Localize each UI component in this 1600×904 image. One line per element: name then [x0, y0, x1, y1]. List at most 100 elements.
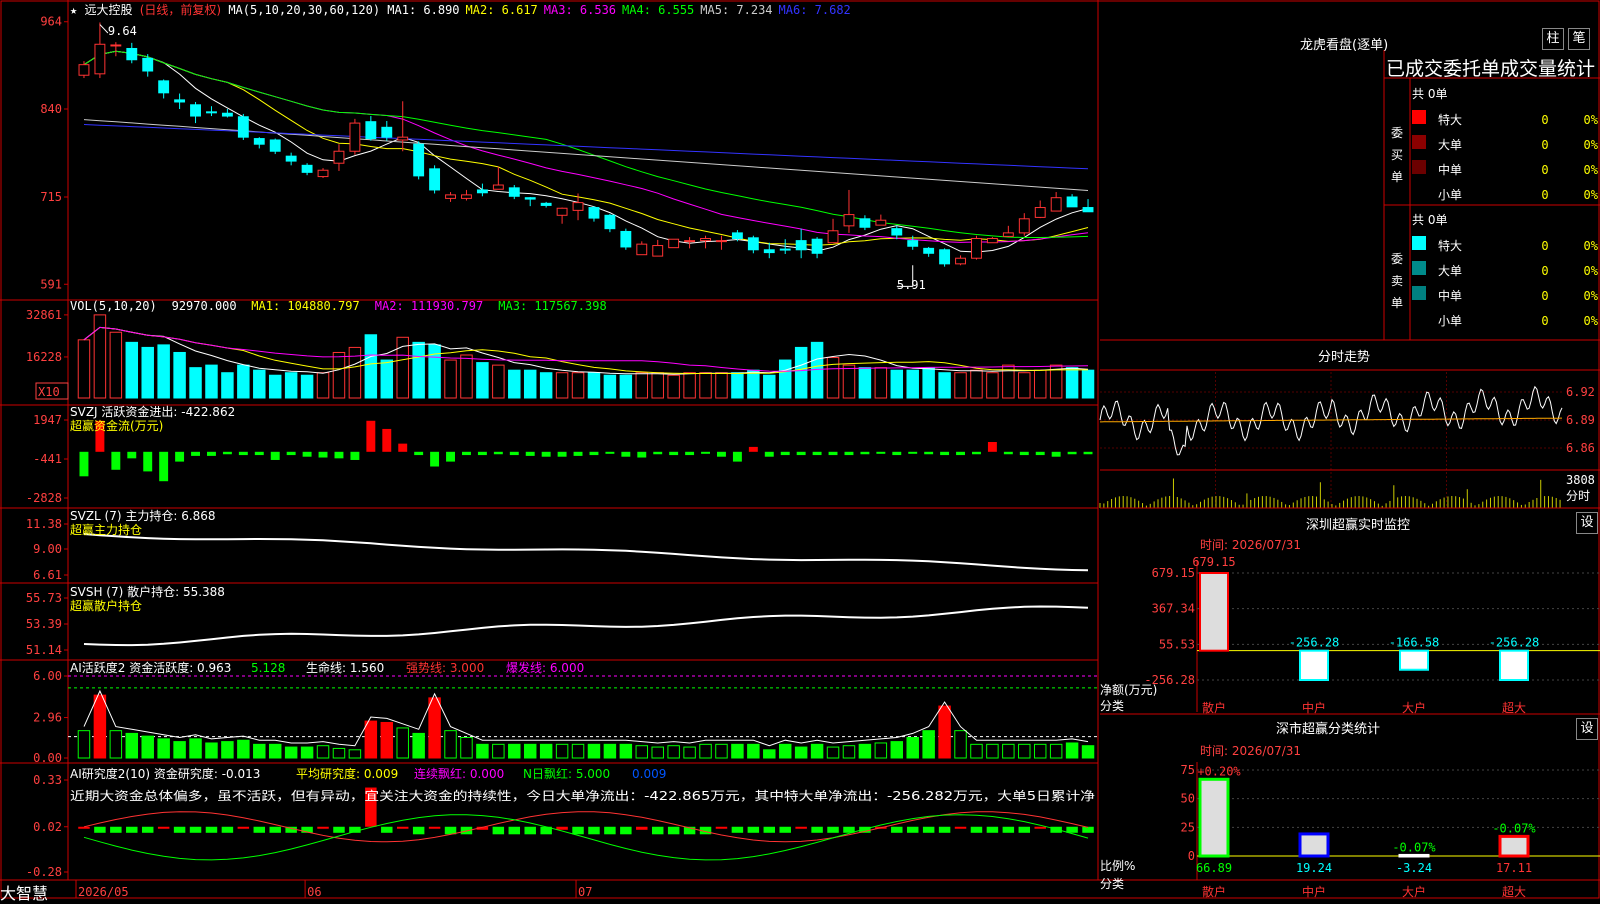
ai-huoyue-bar — [794, 746, 808, 759]
fl-cat-axis-label: 分类 — [1100, 877, 1124, 891]
sz-bar — [1199, 572, 1229, 652]
candle-body — [253, 138, 265, 145]
candle-body — [572, 202, 584, 211]
ai-huoyue-bar — [954, 730, 967, 759]
fl-cat-label: 大户 — [1402, 884, 1426, 899]
classify-time: 时间: 2026/07/31 — [1200, 744, 1302, 758]
svzl-line — [83, 533, 1089, 572]
price-tick-label: 964 — [40, 15, 62, 29]
ai-huoyue-bar — [173, 741, 186, 759]
candle-body — [301, 164, 313, 173]
ai-yanjiu-bar — [954, 826, 967, 829]
ai-yanjiu-header-3: N日飘红: 5.000 — [523, 766, 610, 781]
ai-huoyue-bar — [141, 735, 154, 759]
svzj-bar — [334, 451, 344, 459]
sz-tick-label: 367.34 — [1152, 602, 1195, 616]
volume-bar — [157, 344, 170, 399]
sz-cat-axis-label: 分类 — [1100, 699, 1124, 713]
tick-mode-button[interactable]: 笔 — [1568, 28, 1590, 50]
order-buy-swatch — [1412, 135, 1426, 149]
svzj-bar — [350, 451, 360, 460]
svzj-bar — [222, 451, 232, 455]
ai-yanjiu-bar — [396, 826, 409, 829]
ai-yanjiu-bar — [1050, 826, 1062, 833]
candle-body — [843, 214, 855, 227]
order-sell-row-label: 特大 — [1438, 238, 1462, 253]
svzj-bar — [940, 451, 950, 456]
ai-huoyue-bar — [1002, 743, 1015, 759]
fl-bar-pct: +0.20% — [1197, 764, 1241, 778]
volume-bar — [763, 374, 776, 399]
svzj-bar — [924, 451, 934, 455]
ai-yanjiu-bar — [189, 826, 202, 833]
bar-mode-button[interactable]: 柱 — [1542, 28, 1564, 50]
stock-name: 远大控股 — [84, 3, 133, 17]
candle-body — [174, 99, 186, 103]
ai-yanjiu-bar — [811, 826, 823, 833]
svzj-bar — [111, 451, 121, 470]
high-price-label: 9.64 — [108, 24, 137, 38]
volume-bar — [237, 364, 250, 399]
candle-body — [1066, 196, 1078, 208]
volume-bar — [428, 344, 441, 399]
volume-bar — [651, 372, 664, 399]
order-buy-swatch — [1412, 110, 1426, 124]
volume-bar — [205, 364, 218, 399]
classify-settings-button[interactable]: 设 — [1576, 718, 1598, 740]
ai-yanjiu-bar — [492, 826, 505, 835]
candle-body — [317, 169, 329, 178]
ai-huoyue-bar — [810, 743, 824, 759]
candle-body — [731, 232, 743, 240]
candle-body — [971, 238, 982, 259]
candle-body — [78, 64, 90, 76]
svzj-bar — [557, 451, 567, 457]
ai-huoyue-header-4: 爆发线: 6.000 — [506, 660, 584, 675]
ai-yanjiu-bar — [1034, 826, 1046, 829]
volume-header-3: MA2: 111930.797 — [375, 299, 483, 313]
volume-bar — [874, 367, 888, 399]
volume-bar — [141, 346, 154, 399]
volume-bar — [619, 374, 633, 399]
svzj-bar — [175, 451, 185, 462]
ai-yanjiu-bar — [906, 826, 919, 833]
volume-bar — [189, 367, 202, 399]
favorite-star-icon[interactable]: ★ — [70, 3, 77, 17]
order-buy-row-value: 0 — [1541, 163, 1548, 177]
order-sell-swatch — [1412, 286, 1426, 300]
sz-settings-button[interactable]: 设 — [1576, 512, 1598, 534]
svzj-bar — [143, 451, 153, 472]
candle-body — [461, 194, 472, 199]
classify-title: 深市超赢分类统计 — [1276, 722, 1381, 737]
ai-huoyue-bar — [539, 743, 553, 759]
sz-cat-label: 中户 — [1302, 700, 1326, 715]
candle-body — [811, 238, 823, 254]
ai-huoyue-tick-label: 6.00 — [33, 669, 62, 683]
ai-yanjiu-bar — [269, 826, 281, 833]
sz-bar — [1299, 649, 1329, 681]
candle-body — [269, 139, 281, 152]
candle-body — [206, 111, 217, 114]
ai-huoyue-bar — [205, 742, 218, 759]
sz-axis-label: 净额(万元) — [1100, 683, 1157, 697]
volume-bar — [747, 369, 760, 399]
sz-time: 时间: 2026/07/31 — [1200, 538, 1302, 552]
order-sell-side-label: 单 — [1391, 296, 1403, 310]
ai-huoyue-bar — [858, 743, 872, 759]
order-buy-row-label: 中单 — [1438, 162, 1462, 177]
volume-bar — [970, 369, 983, 399]
svzj-bar — [302, 451, 312, 457]
ai-yanjiu-bar — [317, 826, 329, 829]
ai-yanjiu-tick-label: -0.28 — [26, 865, 62, 879]
volume-bar — [332, 351, 346, 399]
candle-body — [604, 214, 616, 230]
svzj-bar — [1019, 451, 1029, 456]
ai-huoyue-bar — [125, 732, 139, 759]
volume-bar — [683, 372, 696, 399]
candle-body — [476, 189, 488, 194]
volume-bar — [300, 374, 314, 399]
chart-canvas[interactable]: 964 840 715 591 9.64 5.91 32861 16228 X10 VOL(5,1… — [0, 0, 1600, 900]
candle-body — [190, 104, 201, 117]
candle-body — [891, 228, 903, 236]
ai-huoyue-bar — [1049, 743, 1063, 759]
ma-legend-ma4: MA4: 6.555 — [622, 3, 695, 17]
